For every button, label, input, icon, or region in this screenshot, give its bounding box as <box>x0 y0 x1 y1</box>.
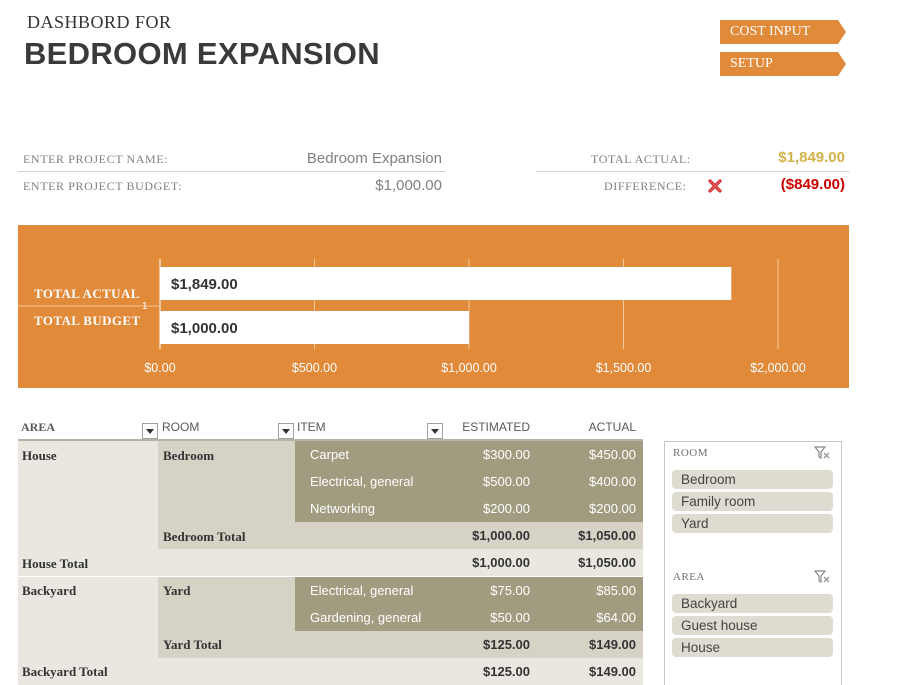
chart-x-tick-label: $2,000.00 <box>750 361 806 375</box>
area-filter-dropdown[interactable] <box>142 423 158 439</box>
estimated-cell: $1,000.00 <box>472 555 530 570</box>
column-header-estimated: ESTIMATED <box>462 420 530 434</box>
chart-bar <box>160 267 732 300</box>
item-cell: Electrical, general <box>310 583 414 598</box>
slicer-item-family-room[interactable]: Family room <box>672 492 833 511</box>
area-total-cell: Backyard Total <box>22 664 108 679</box>
total-actual-label: TOTAL ACTUAL: <box>591 152 691 166</box>
chart-data-label: $1,849.00 <box>171 276 238 293</box>
actual-cell: $400.00 <box>589 474 636 489</box>
room-cell: Bedroom <box>163 448 215 463</box>
estimated-cell: $1,000.00 <box>472 528 530 543</box>
room-filter-dropdown[interactable] <box>278 423 294 439</box>
item-cell: Networking <box>310 501 376 516</box>
slicer-item-yard[interactable]: Yard <box>672 514 833 533</box>
divider <box>18 171 445 172</box>
actual-cell: $200.00 <box>589 501 636 516</box>
chart-x-tick-label: $500.00 <box>292 361 337 375</box>
clear-filter-icon[interactable] <box>813 570 830 584</box>
slicer-item-backyard[interactable]: Backyard <box>672 594 833 613</box>
column-header-room: ROOM <box>162 420 200 434</box>
chart-x-tick-label: $1,500.00 <box>596 361 652 375</box>
estimated-cell: $125.00 <box>483 637 530 652</box>
chart-canvas: $1,849.00 TOTAL ACTUAL $1,000.00 TOTAL BUDG… <box>18 259 806 375</box>
difference-value: ($849.00) <box>780 176 845 193</box>
project-name-label: ENTER PROJECT NAME: <box>23 152 169 166</box>
actual-cell: $149.00 <box>589 664 636 679</box>
area-slicer-title: AREA <box>673 571 705 583</box>
estimated-cell: $200.00 <box>483 501 530 516</box>
estimated-cell: $500.00 <box>483 474 530 489</box>
room-slicer-title: ROOM <box>673 447 709 459</box>
dashboard-subtitle: DASHBORD FOR <box>27 12 172 32</box>
actual-cell: $149.00 <box>589 637 636 652</box>
chart-data-label: $1,000.00 <box>171 320 238 337</box>
project-budget-value[interactable]: $1,000.00 <box>262 177 442 194</box>
slicer-item-bedroom[interactable]: Bedroom <box>672 470 833 489</box>
difference-label: DIFFERENCE: <box>604 179 687 193</box>
chart-category-label: TOTAL ACTUAL <box>34 286 140 301</box>
chart-x-tick-label: $0.00 <box>144 361 175 375</box>
area-cell: Backyard <box>22 583 77 598</box>
column-header-actual: ACTUAL <box>588 420 636 434</box>
project-name-value[interactable]: Bedroom Expansion <box>262 150 442 167</box>
divider <box>536 171 849 172</box>
item-cell: Carpet <box>310 447 350 462</box>
actual-cell: $450.00 <box>589 447 636 462</box>
page-title: BEDROOM EXPANSION <box>24 36 380 71</box>
estimated-cell: $50.00 <box>490 610 530 625</box>
room-total-cell: Yard Total <box>163 637 222 652</box>
actual-cell: $64.00 <box>596 610 636 625</box>
estimated-cell: $300.00 <box>483 447 530 462</box>
area-cell: House <box>22 448 57 463</box>
setup-button[interactable]: SETUP <box>720 52 846 76</box>
column-header-area: AREA <box>21 420 56 434</box>
actual-cell: $85.00 <box>596 583 636 598</box>
slicer-item-guest-house[interactable]: Guest house <box>672 616 833 635</box>
area-total-cell: House Total <box>22 556 89 571</box>
item-cell: Electrical, general <box>310 474 414 489</box>
item-cell: Gardening, general <box>310 610 422 625</box>
chart-axis-tick-label: 1 <box>142 301 148 312</box>
column-header-item: ITEM <box>297 420 326 434</box>
project-budget-label: ENTER PROJECT BUDGET: <box>23 179 183 193</box>
total-actual-value: $1,849.00 <box>778 149 845 166</box>
clear-filter-icon[interactable] <box>813 446 830 460</box>
room-total-cell: Bedroom Total <box>163 529 246 544</box>
chart-category-label: TOTAL BUDGET <box>34 313 141 328</box>
room-cell: Yard <box>163 583 191 598</box>
item-filter-dropdown[interactable] <box>427 423 443 439</box>
slicer-item-house[interactable]: House <box>672 638 833 657</box>
actual-cell: $1,050.00 <box>578 528 636 543</box>
estimated-cell: $125.00 <box>483 664 530 679</box>
cost-input-button[interactable]: COST INPUT <box>720 20 846 44</box>
budget-vs-actual-chart: $1,849.00 TOTAL ACTUAL $1,000.00 TOTAL BUDG… <box>18 225 849 388</box>
chart-x-tick-label: $1,000.00 <box>441 361 497 375</box>
estimated-cell: $75.00 <box>490 583 530 598</box>
actual-cell: $1,050.00 <box>578 555 636 570</box>
